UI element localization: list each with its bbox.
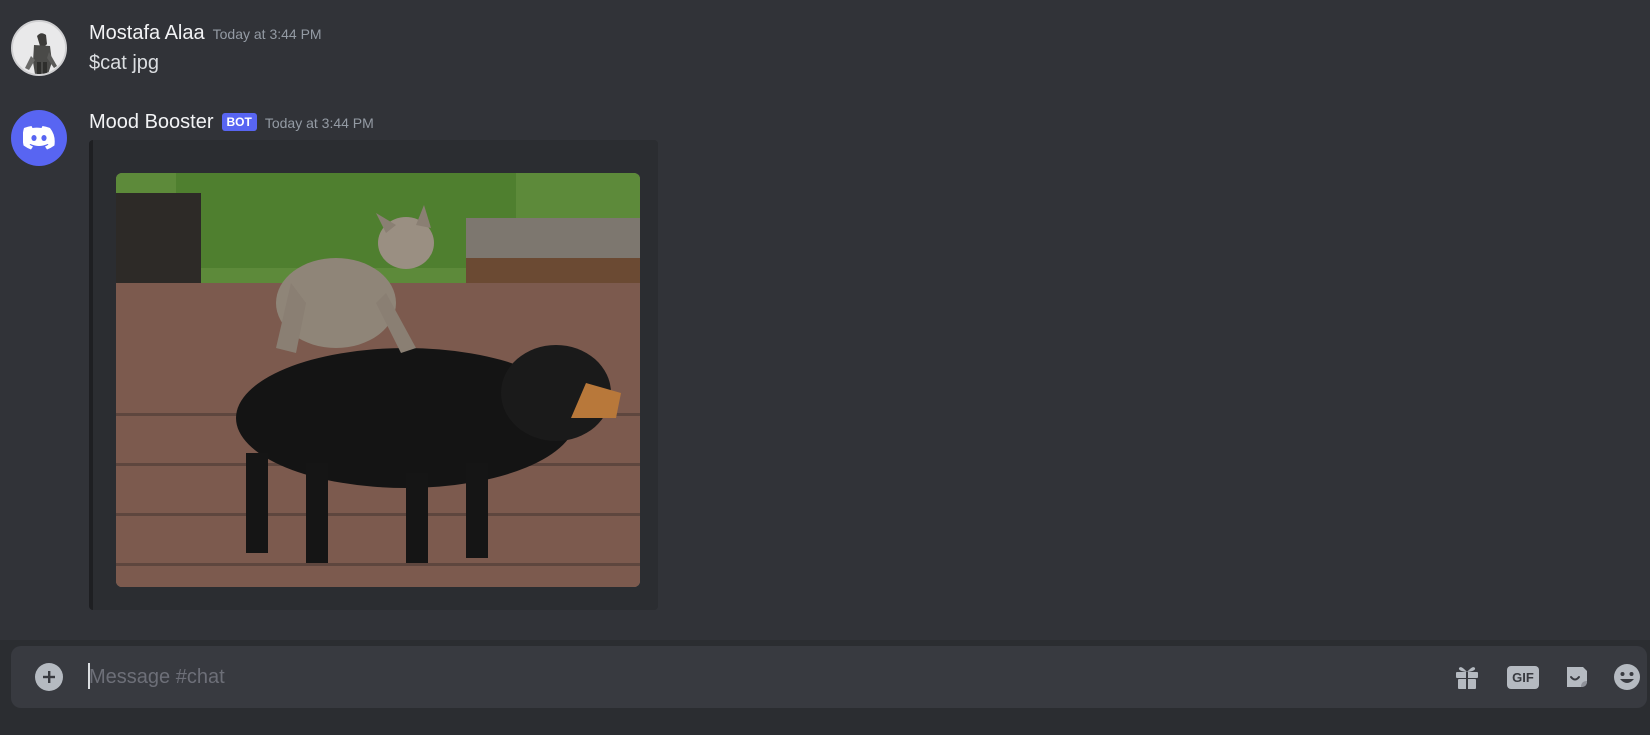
gif-button[interactable]: GIF (1505, 661, 1541, 693)
gift-button[interactable] (1451, 661, 1483, 693)
message-content: $cat jpg (89, 52, 160, 74)
username[interactable]: Mood Booster (89, 111, 214, 134)
bot-avatar[interactable] (11, 110, 67, 166)
smile-icon (1614, 664, 1640, 690)
message-input[interactable] (89, 661, 1189, 693)
message-header: Mood Booster BOT Today at 3:44 PM (89, 111, 374, 134)
timestamp: Today at 3:44 PM (264, 115, 374, 131)
embed (89, 140, 658, 610)
timestamp: Today at 3:44 PM (212, 26, 322, 42)
plus-icon (43, 671, 55, 683)
sticker-button[interactable] (1561, 661, 1593, 693)
gif-label: GIF (1507, 665, 1539, 689)
gift-icon (1456, 667, 1478, 689)
emoji-button[interactable] (1611, 661, 1643, 693)
message-header: Mostafa Alaa Today at 3:44 PM (89, 22, 322, 45)
message-composer: GIF (11, 646, 1647, 708)
chat-area: Mostafa Alaa Today at 3:44 PM $cat jpg M… (0, 0, 1650, 640)
discord-icon (23, 126, 55, 150)
username[interactable]: Mostafa Alaa (89, 22, 205, 45)
embed-image[interactable] (116, 173, 640, 587)
user-avatar[interactable] (11, 20, 67, 76)
add-attachment-button[interactable] (35, 663, 63, 691)
sticker-icon (1567, 667, 1587, 687)
bot-tag: BOT (221, 113, 257, 131)
